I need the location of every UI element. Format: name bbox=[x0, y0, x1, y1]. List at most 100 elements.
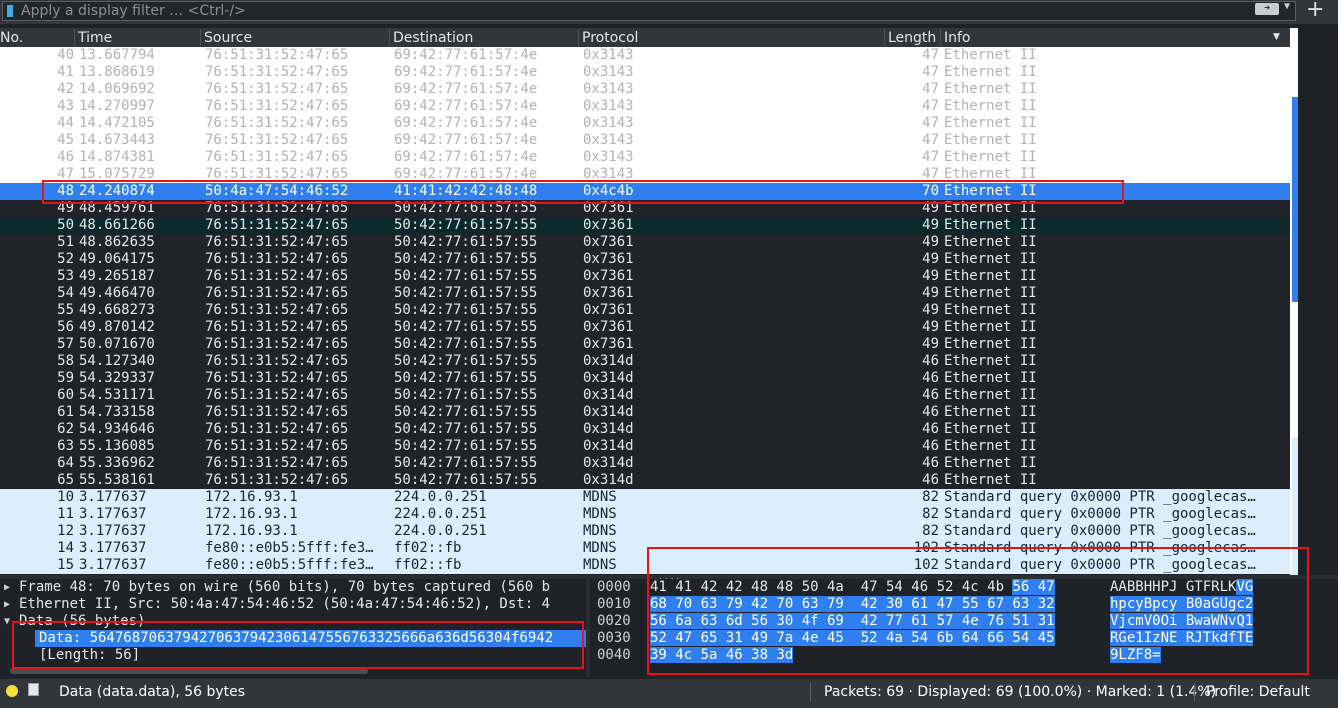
column-header-info[interactable]: Info bbox=[940, 29, 1290, 47]
packet-row[interactable]: 14 3.177637 fe80::e0b5:5fff:fe3… ff02::fb MD… bbox=[0, 540, 1290, 557]
packet-cell-dst: 224.0.0.251 bbox=[394, 506, 487, 522]
packet-cell-src: 76:51:31:52:47:65 bbox=[205, 370, 349, 386]
bytes-hex[interactable]: 68 70 63 79 42 70 63 79 42 30 61 47 55 6… bbox=[650, 596, 1055, 613]
packet-row[interactable]: 10 3.177637 172.16.93.1 224.0.0.251 MDNS 82 St… bbox=[0, 489, 1290, 506]
bytes-ascii[interactable]: VjcmV0Oi BwaWNvQ1 bbox=[1110, 613, 1254, 630]
packet-cell-time: 49.668273 bbox=[79, 302, 155, 318]
packet-row[interactable]: 64 55.336962 76:51:31:52:47:65 50:42:77:61:… bbox=[0, 455, 1290, 472]
packet-row[interactable]: 49 48.459761 76:51:31:52:47:65 50:42:77:61:… bbox=[0, 200, 1290, 217]
bytes-hex[interactable]: 41 41 42 42 48 48 50 4a 47 54 46 52 4c 4… bbox=[650, 579, 1055, 596]
packet-row[interactable]: 65 55.538161 76:51:31:52:47:65 50:42:77:61:… bbox=[0, 472, 1290, 489]
collapsed-arrow-icon[interactable]: ▶ bbox=[4, 596, 10, 613]
packet-cell-dst: 50:42:77:61:57:55 bbox=[394, 217, 538, 233]
chevron-down-icon[interactable]: ▼ bbox=[1284, 1, 1290, 12]
bytes-hex[interactable]: 39 4c 5a 46 38 3d bbox=[650, 647, 794, 664]
packet-cell-dst: 50:42:77:61:57:55 bbox=[394, 200, 538, 216]
packet-cell-src: 76:51:31:52:47:65 bbox=[205, 302, 349, 318]
packet-cell-time: 3.177637 bbox=[79, 506, 147, 522]
packet-row[interactable]: 11 3.177637 172.16.93.1 224.0.0.251 MDNS 82 St… bbox=[0, 506, 1290, 523]
packet-cell-proto: 0x7361 bbox=[583, 336, 634, 352]
column-header-time[interactable]: Time bbox=[74, 29, 200, 47]
packet-cell-src: 76:51:31:52:47:65 bbox=[205, 217, 349, 233]
column-header-destination[interactable]: Destination bbox=[389, 29, 578, 47]
status-profile[interactable]: Profile: Default bbox=[1206, 684, 1310, 700]
packet-cell-src: 76:51:31:52:47:65 bbox=[205, 47, 349, 63]
detail-tree-item[interactable]: ▶ Frame 48: 70 bytes on wire (560 bits), … bbox=[0, 579, 586, 596]
packet-row[interactable]: 63 55.136085 76:51:31:52:47:65 50:42:77:61:… bbox=[0, 438, 1290, 455]
detail-tree-item[interactable]: ▼ Data (56 bytes) bbox=[0, 613, 586, 630]
packet-row[interactable]: 45 14.673443 76:51:31:52:47:65 69:42:77:61:… bbox=[0, 132, 1290, 149]
packet-cell-len: 49 bbox=[922, 336, 939, 352]
packet-cell-dst: 224.0.0.251 bbox=[394, 489, 487, 505]
packet-cell-src: 76:51:31:52:47:65 bbox=[205, 387, 349, 403]
packet-row[interactable]: 15 3.177637 fe80::e0b5:5fff:fe3… ff02::fb MD… bbox=[0, 557, 1290, 574]
expert-info-led-icon[interactable] bbox=[6, 685, 18, 697]
collapsed-arrow-icon[interactable]: ▶ bbox=[4, 579, 10, 596]
bytes-ascii[interactable]: AABBHHPJ GTFRLKVG bbox=[1110, 579, 1254, 596]
expanded-arrow-icon[interactable]: ▼ bbox=[4, 613, 10, 630]
packet-row[interactable]: 43 14.270997 76:51:31:52:47:65 69:42:77:61:… bbox=[0, 98, 1290, 115]
packet-cell-info: Ethernet II bbox=[944, 64, 1037, 80]
bytes-ascii[interactable]: RGe1IzNE RJTkdfTE bbox=[1110, 630, 1254, 647]
bytes-ascii-highlight: 9LZF8= bbox=[1110, 647, 1161, 663]
packet-row[interactable]: 51 48.862635 76:51:31:52:47:65 50:42:77:61:… bbox=[0, 234, 1290, 251]
packet-cell-len: 49 bbox=[922, 268, 939, 284]
packet-row[interactable]: 55 49.668273 76:51:31:52:47:65 50:42:77:61:… bbox=[0, 302, 1290, 319]
packet-row[interactable]: 12 3.177637 172.16.93.1 224.0.0.251 MDNS 82 St… bbox=[0, 523, 1290, 540]
packet-row[interactable]: 48 24.240874 50:4a:47:54:46:52 41:41:42:42:… bbox=[0, 183, 1290, 200]
packet-cell-src: 76:51:31:52:47:65 bbox=[205, 251, 349, 267]
packet-row[interactable]: 61 54.733158 76:51:31:52:47:65 50:42:77:61:… bbox=[0, 404, 1290, 421]
bytes-ascii[interactable]: hpcyBpcy B0aGUgc2 bbox=[1110, 596, 1254, 613]
column-header-source[interactable]: Source bbox=[200, 29, 389, 47]
display-filter-input[interactable] bbox=[21, 2, 1241, 20]
detail-tree-item[interactable]: Data: 5647687063794270637942306147556763… bbox=[35, 630, 586, 647]
packet-row[interactable]: 42 14.069692 76:51:31:52:47:65 69:42:77:61:… bbox=[0, 81, 1290, 98]
bytes-hex[interactable]: 52 47 65 31 49 7a 4e 45 52 4a 54 6b 64 6… bbox=[650, 630, 1055, 647]
display-filter-toolbar: ➜ ▼ + bbox=[0, 0, 1338, 24]
packet-cell-time: 49.265187 bbox=[79, 268, 155, 284]
packet-cell-src: 76:51:31:52:47:65 bbox=[205, 200, 349, 216]
packet-row[interactable]: 59 54.329337 76:51:31:52:47:65 50:42:77:61:… bbox=[0, 370, 1290, 387]
status-packet-counts: Packets: 69 · Displayed: 69 (100.0%) · M… bbox=[824, 684, 1217, 700]
packet-cell-len: 46 bbox=[922, 438, 939, 454]
bytes-hex[interactable]: 56 6a 63 6d 56 30 4f 69 42 77 61 57 4e 7… bbox=[650, 613, 1055, 630]
packet-row[interactable]: 47 15.075729 76:51:31:52:47:65 69:42:77:61:… bbox=[0, 166, 1290, 183]
packet-row[interactable]: 58 54.127340 76:51:31:52:47:65 50:42:77:61:… bbox=[0, 353, 1290, 370]
detail-tree-item[interactable]: ▶ Ethernet II, Src: 50:4a:47:54:46:52 (50… bbox=[0, 596, 586, 613]
details-horizontal-scrollbar[interactable] bbox=[10, 668, 368, 674]
packet-cell-no: 14 bbox=[57, 540, 74, 556]
packet-bytes-pane[interactable]: 0000 41 41 42 42 48 48 50 4a 47 54 46 52 … bbox=[590, 579, 1338, 677]
column-header-length[interactable]: Length bbox=[884, 29, 940, 47]
packet-row[interactable]: 60 54.531171 76:51:31:52:47:65 50:42:77:61:… bbox=[0, 387, 1290, 404]
packet-cell-proto: MDNS bbox=[583, 489, 617, 505]
packet-cell-len: 47 bbox=[922, 98, 939, 114]
packet-row[interactable]: 53 49.265187 76:51:31:52:47:65 50:42:77:61:… bbox=[0, 268, 1290, 285]
column-header-protocol[interactable]: Protocol bbox=[578, 29, 884, 47]
detail-tree-item[interactable]: [Length: 56] bbox=[0, 647, 586, 664]
packet-list[interactable]: 40 13.667794 76:51:31:52:47:65 69:42:77:61:… bbox=[0, 47, 1290, 575]
packet-row[interactable]: 41 13.868619 76:51:31:52:47:65 69:42:77:61:… bbox=[0, 64, 1290, 81]
packet-row[interactable]: 52 49.064175 76:51:31:52:47:65 50:42:77:61:… bbox=[0, 251, 1290, 268]
arrow-right-icon[interactable]: ➜ bbox=[1255, 3, 1279, 15]
packet-row[interactable]: 57 50.071670 76:51:31:52:47:65 50:42:77:61:… bbox=[0, 336, 1290, 353]
packet-cell-src: 76:51:31:52:47:65 bbox=[205, 268, 349, 284]
packet-row[interactable]: 50 48.661266 76:51:31:52:47:65 50:42:77:61:… bbox=[0, 217, 1290, 234]
packet-cell-dst: 50:42:77:61:57:55 bbox=[394, 268, 538, 284]
column-header-no[interactable]: No. bbox=[0, 29, 74, 47]
packet-details-pane[interactable]: ▶ Frame 48: 70 bytes on wire (560 bits), … bbox=[0, 579, 586, 677]
packet-row[interactable]: 40 13.667794 76:51:31:52:47:65 69:42:77:61:… bbox=[0, 47, 1290, 64]
packet-row[interactable]: 54 49.466470 76:51:31:52:47:65 50:42:77:61:… bbox=[0, 285, 1290, 302]
packet-row[interactable]: 62 54.934646 76:51:31:52:47:65 50:42:77:61:… bbox=[0, 421, 1290, 438]
plus-icon[interactable]: + bbox=[1306, 0, 1324, 22]
packet-cell-dst: 50:42:77:61:57:55 bbox=[394, 251, 538, 267]
packet-cell-info: Ethernet II bbox=[944, 115, 1037, 131]
packet-row[interactable]: 44 14.472105 76:51:31:52:47:65 69:42:77:61:… bbox=[0, 115, 1290, 132]
capture-comment-icon[interactable] bbox=[28, 683, 39, 696]
bytes-ascii[interactable]: 9LZF8= bbox=[1110, 647, 1161, 664]
bookmark-icon[interactable] bbox=[7, 5, 13, 17]
packet-row[interactable]: 46 14.874381 76:51:31:52:47:65 69:42:77:61:… bbox=[0, 149, 1290, 166]
packet-row[interactable]: 56 49.870142 76:51:31:52:47:65 50:42:77:61:… bbox=[0, 319, 1290, 336]
detail-tree-text: Data: 5647687063794270637942306147556763… bbox=[39, 630, 554, 646]
packet-cell-time: 49.466470 bbox=[79, 285, 155, 301]
packet-cell-proto: 0x314d bbox=[583, 421, 634, 437]
